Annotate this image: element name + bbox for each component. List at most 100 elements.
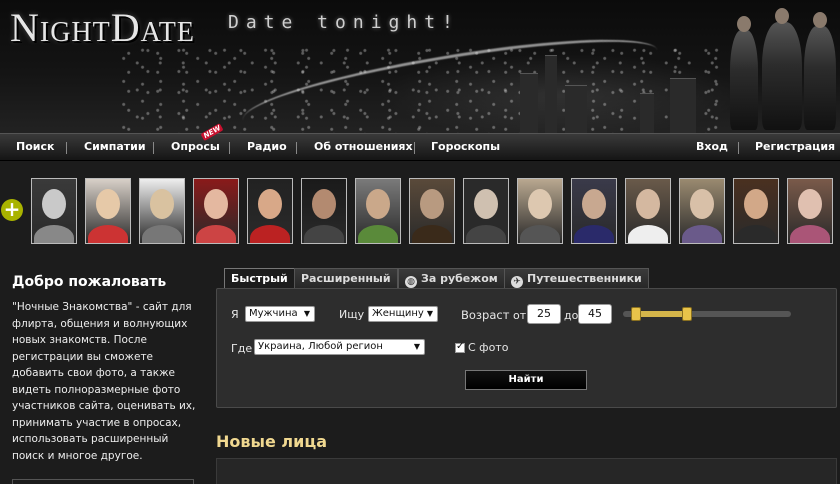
- body-shape: [196, 225, 236, 243]
- face-shape: [582, 189, 606, 219]
- face-shape: [150, 189, 174, 219]
- tab-label: Быстрый: [231, 272, 288, 285]
- member-photo-thumbnail[interactable]: [787, 178, 833, 244]
- tab-label: За рубежом: [421, 272, 498, 285]
- chevron-down-icon: ▼: [426, 309, 433, 318]
- member-photo-thumbnail[interactable]: [517, 178, 563, 244]
- nav-horoscopes[interactable]: Гороскопы: [431, 140, 500, 153]
- seeking-select-value: Женщину: [372, 308, 424, 319]
- header-banner: NightDate Date tonight!: [0, 0, 840, 133]
- nav-divider: [153, 142, 154, 154]
- globe-icon: ◍: [405, 276, 417, 288]
- seeking-label: Ищу: [339, 308, 365, 321]
- plane-icon: ✈: [511, 276, 523, 288]
- header-people-image: [726, 6, 838, 130]
- member-photo-thumbnail[interactable]: [409, 178, 455, 244]
- region-select[interactable]: Украина, Любой регион ▼: [254, 339, 425, 355]
- add-photo-icon[interactable]: +: [1, 199, 23, 221]
- member-photo-thumbnail[interactable]: [247, 178, 293, 244]
- member-photo-thumbnail[interactable]: [733, 178, 779, 244]
- nav-relationships[interactable]: Об отношениях: [314, 140, 413, 153]
- face-shape: [312, 189, 336, 219]
- skyscraper: [640, 93, 654, 133]
- face-shape: [636, 189, 660, 219]
- skyscraper: [565, 85, 587, 133]
- body-shape: [412, 225, 452, 243]
- body-shape: [682, 225, 722, 243]
- age-range-fill: [636, 311, 687, 317]
- nav-divider: [66, 142, 67, 154]
- member-photo-thumbnail[interactable]: [679, 178, 725, 244]
- nav-login[interactable]: Вход: [696, 140, 728, 153]
- body-shape: [736, 225, 776, 243]
- member-photo-thumbnail[interactable]: [301, 178, 347, 244]
- member-photo-thumbnail[interactable]: [85, 178, 131, 244]
- where-label: Где: [231, 342, 253, 355]
- main-nav: Поиск Симпатии Опросы Радио Об отношения…: [0, 133, 840, 161]
- nav-divider: [738, 142, 739, 154]
- age-from-label: от: [513, 309, 527, 322]
- age-to-input[interactable]: 45: [578, 304, 612, 324]
- member-photo-thumbnail[interactable]: [625, 178, 671, 244]
- face-shape: [96, 189, 120, 219]
- skyscraper: [670, 78, 696, 133]
- body-shape: [790, 225, 830, 243]
- with-photo-label: С фото: [468, 341, 509, 354]
- body-shape: [520, 225, 560, 243]
- tab-travelers[interactable]: ✈ Путешественники: [504, 268, 649, 289]
- face-shape: [474, 189, 498, 219]
- face-shape: [366, 189, 390, 219]
- face-shape: [528, 189, 552, 219]
- quick-search-form: Я Мужчина ▼ Ищу Женщину ▼ Возраст от 25 до…: [216, 288, 837, 408]
- nav-polls[interactable]: Опросы: [171, 140, 220, 153]
- face-shape: [204, 189, 228, 219]
- member-photo-thumbnail[interactable]: [139, 178, 185, 244]
- member-photo-thumbnail[interactable]: [31, 178, 77, 244]
- left-panel-box: [12, 479, 194, 484]
- nav-divider: [229, 142, 230, 154]
- new-faces-title: Новые лица: [216, 432, 327, 451]
- body-shape: [304, 225, 344, 243]
- face-shape: [744, 189, 768, 219]
- i-am-label: Я: [231, 308, 239, 321]
- chevron-down-icon: ▼: [303, 309, 310, 318]
- nav-search[interactable]: Поиск: [16, 140, 54, 153]
- gender-select[interactable]: Мужчина ▼: [245, 306, 315, 322]
- age-range-slider[interactable]: [623, 307, 791, 321]
- age-to-label: до: [564, 309, 579, 322]
- site-logo[interactable]: NightDate: [10, 4, 195, 51]
- nav-register[interactable]: Регистрация: [755, 140, 835, 153]
- welcome-text: "Ночные Знакомства" - сайт для флирта, о…: [12, 301, 196, 462]
- tab-quick-search[interactable]: Быстрый: [224, 268, 295, 289]
- person-silhouette: [804, 12, 836, 130]
- tab-advanced-search[interactable]: Расширенный: [294, 268, 398, 289]
- member-photo-thumbnail[interactable]: [571, 178, 617, 244]
- nav-divider: [414, 142, 415, 154]
- body-shape: [628, 225, 668, 243]
- nav-likes[interactable]: Симпатии: [84, 140, 146, 153]
- body-shape: [88, 225, 128, 243]
- age-from-input[interactable]: 25: [527, 304, 561, 324]
- chevron-down-icon: ▼: [413, 342, 420, 351]
- age-max-handle[interactable]: [681, 307, 692, 321]
- face-shape: [258, 189, 282, 219]
- nav-radio[interactable]: Радио: [247, 140, 287, 153]
- age-min-handle[interactable]: [631, 307, 642, 321]
- body-shape: [142, 225, 182, 243]
- member-photo-thumbnail[interactable]: [463, 178, 509, 244]
- face-shape: [798, 189, 822, 219]
- skyscraper: [545, 55, 557, 133]
- tab-label: Расширенный: [301, 272, 391, 285]
- member-photo-strip: +: [0, 162, 840, 258]
- tab-abroad[interactable]: ◍ За рубежом: [398, 268, 505, 289]
- member-photo-thumbnail[interactable]: [355, 178, 401, 244]
- with-photo-checkbox[interactable]: [455, 341, 465, 353]
- nav-divider: [296, 142, 297, 154]
- age-label: Возраст: [461, 308, 510, 322]
- member-photo-thumbnail[interactable]: [193, 178, 239, 244]
- seeking-select[interactable]: Женщину ▼: [368, 306, 438, 322]
- find-button[interactable]: Найти: [465, 370, 587, 390]
- body-shape: [358, 225, 398, 243]
- tab-label: Путешественники: [527, 272, 642, 285]
- region-select-value: Украина, Любой регион: [258, 341, 383, 352]
